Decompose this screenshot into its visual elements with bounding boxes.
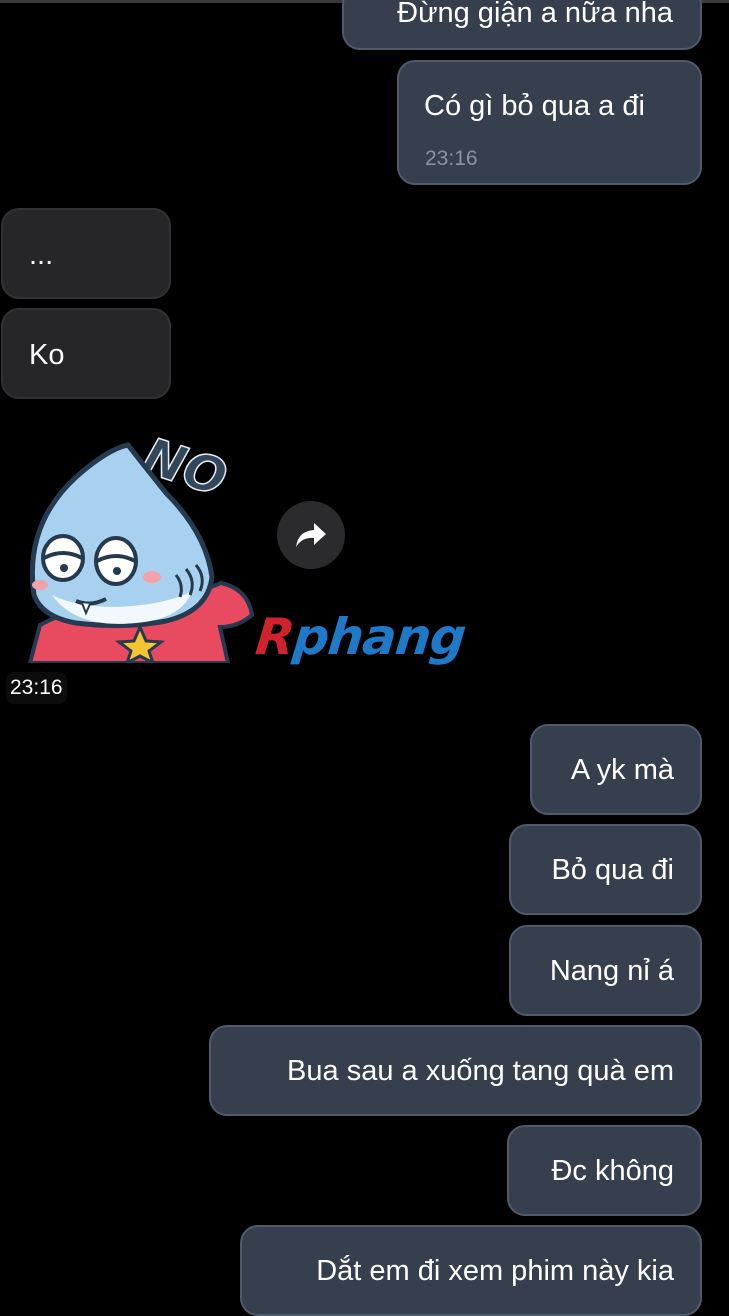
message-text: Đừng giận a nữa nha bbox=[397, 0, 673, 29]
sent-message[interactable]: Đừng giận a nữa nha bbox=[342, 0, 702, 50]
watermark-logo: Rphang bbox=[253, 608, 468, 666]
watermark-rest: phang bbox=[290, 608, 469, 666]
message-text: ... bbox=[29, 239, 54, 271]
sent-message[interactable]: Đc không bbox=[507, 1125, 702, 1216]
received-message[interactable]: Ko bbox=[1, 308, 171, 399]
message-text: Đc không bbox=[551, 1155, 674, 1187]
watermark-first-letter: R bbox=[252, 608, 297, 666]
sent-message[interactable]: Có gì bỏ qua a đi 23:16 bbox=[397, 60, 702, 185]
sticker-time: 23:16 bbox=[6, 672, 67, 704]
sent-message[interactable]: A yk mà bbox=[530, 724, 702, 815]
sent-message[interactable]: Nang nỉ á bbox=[509, 925, 702, 1016]
forward-arrow-icon bbox=[296, 523, 326, 547]
message-text: Nang nỉ á bbox=[549, 955, 674, 987]
forward-button[interactable] bbox=[277, 501, 345, 569]
message-text: Ko bbox=[29, 339, 65, 371]
received-message[interactable]: ... bbox=[1, 208, 171, 299]
message-text: A yk mà bbox=[570, 754, 674, 786]
message-time: 23:16 bbox=[425, 147, 478, 170]
message-text: Có gì bỏ qua a đi bbox=[424, 90, 645, 122]
message-text: Dắt em đi xem phim này kia bbox=[316, 1255, 674, 1287]
message-text: Bua sau a xuống tang quà em bbox=[287, 1055, 674, 1087]
shark-no-sticker-icon[interactable]: NO bbox=[16, 415, 256, 663]
sent-message[interactable]: Bỏ qua đi bbox=[509, 824, 702, 915]
sent-message[interactable]: Bua sau a xuống tang quà em bbox=[209, 1025, 702, 1116]
sent-message[interactable]: Dắt em đi xem phim này kia bbox=[240, 1225, 702, 1316]
message-text: Bỏ qua đi bbox=[551, 854, 674, 886]
